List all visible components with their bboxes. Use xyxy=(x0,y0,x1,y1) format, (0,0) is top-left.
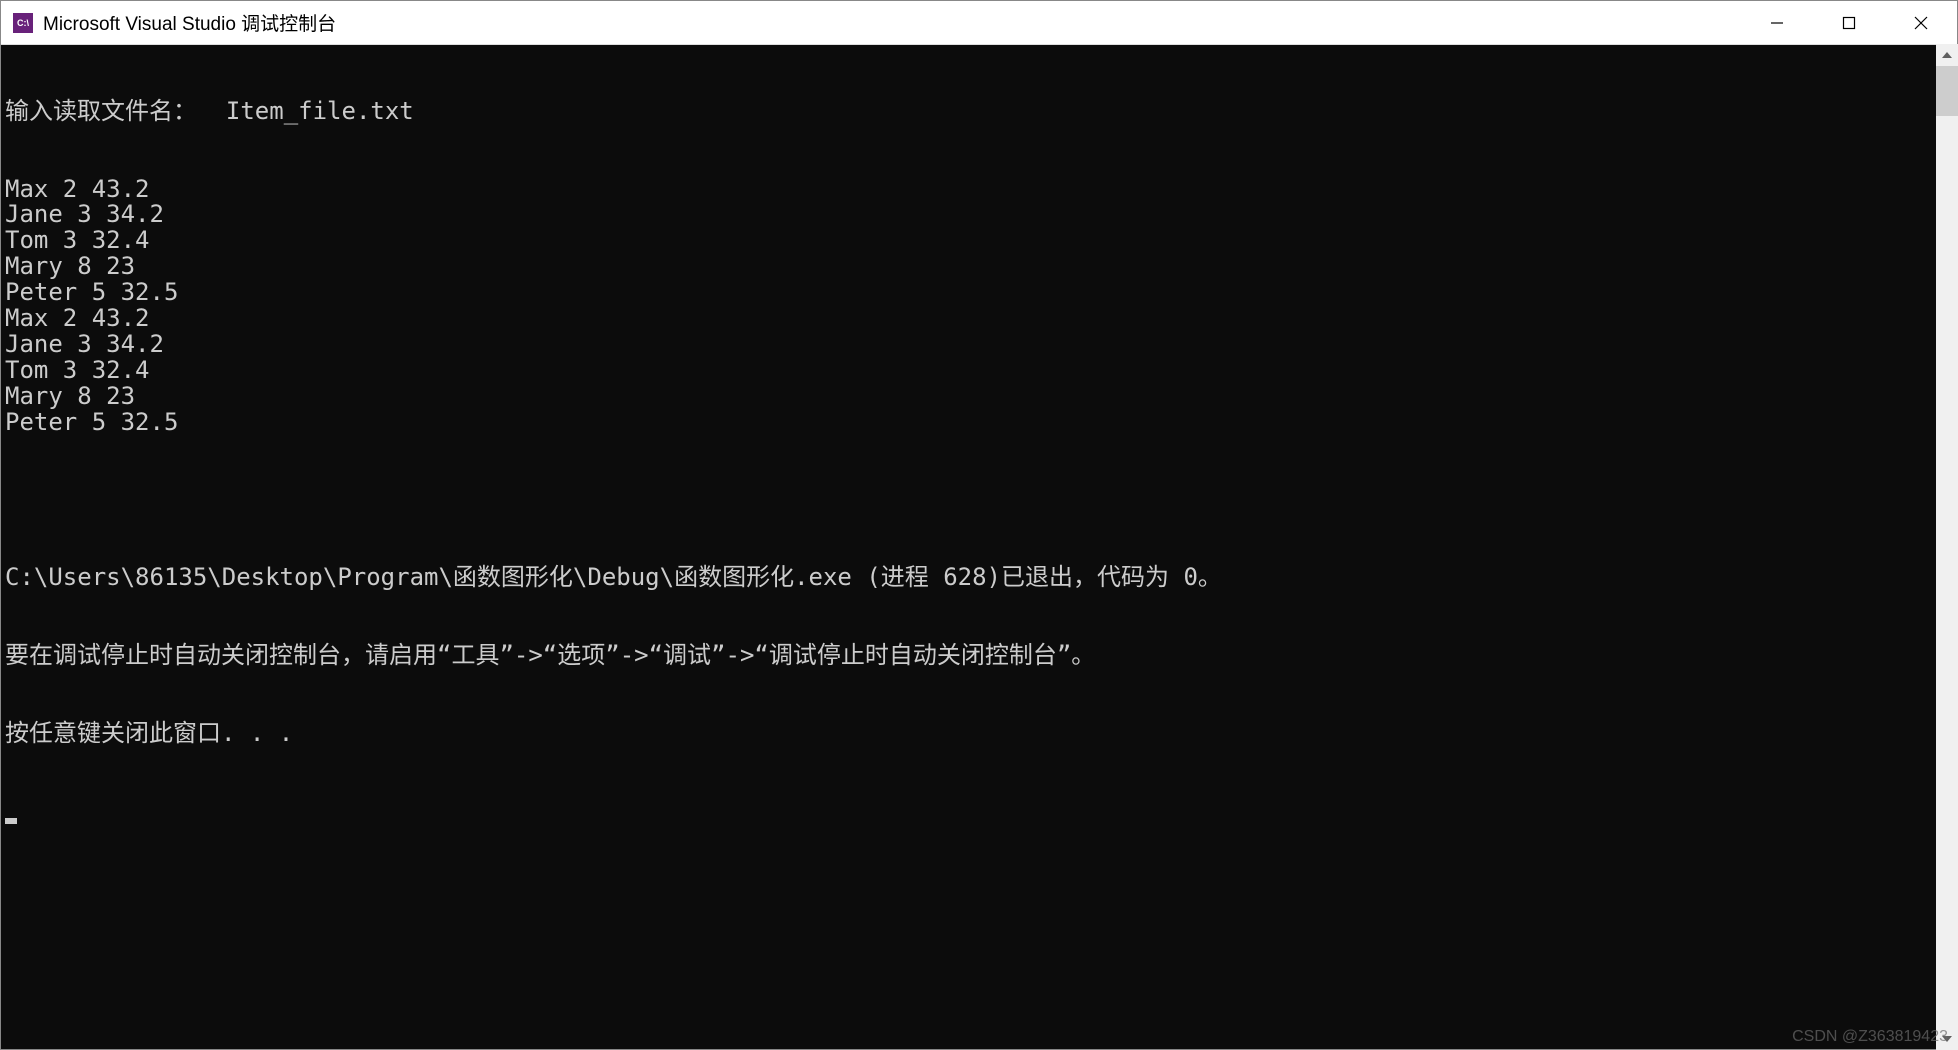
console-line: 要在调试停止时自动关闭控制台，请启用“工具”->“选项”->“调试”->“调试停… xyxy=(5,643,1953,669)
console-line: Tom 3 32.4 xyxy=(5,358,1953,384)
console-line: Max 2 43.2 xyxy=(5,306,1953,332)
maximize-button[interactable] xyxy=(1813,1,1885,44)
window-title: Microsoft Visual Studio 调试控制台 xyxy=(43,9,1741,36)
console-line xyxy=(5,487,1953,513)
scroll-up-button[interactable] xyxy=(1936,44,1958,66)
scrollbar-thumb[interactable] xyxy=(1936,66,1958,116)
console-line: Tom 3 32.4 xyxy=(5,228,1953,254)
maximize-icon xyxy=(1842,16,1856,30)
console-line: Peter 5 32.5 xyxy=(5,280,1953,306)
watermark-text: CSDN @Z363819423 xyxy=(1792,1028,1948,1046)
console-line: Mary 8 23 xyxy=(5,254,1953,280)
minimize-button[interactable] xyxy=(1741,1,1813,44)
console-line: Max 2 43.2 xyxy=(5,177,1953,203)
console-line: Mary 8 23 xyxy=(5,384,1953,410)
minimize-icon xyxy=(1770,16,1784,30)
console-line: Peter 5 32.5 xyxy=(5,410,1953,436)
console-line: Jane 3 34.2 xyxy=(5,332,1953,358)
console-window: C:\ Microsoft Visual Studio 调试控制台 输入读取文件… xyxy=(0,0,1958,1050)
cursor-icon xyxy=(5,818,17,824)
chevron-up-icon xyxy=(1942,52,1952,58)
console-output[interactable]: 输入读取文件名： Item_file.txt Max 2 43.2Jane 3 … xyxy=(1,45,1957,1049)
console-line: C:\Users\86135\Desktop\Program\函数图形化\Deb… xyxy=(5,565,1953,591)
vertical-scrollbar[interactable] xyxy=(1936,44,1958,1050)
console-line: Jane 3 34.2 xyxy=(5,202,1953,228)
close-button[interactable] xyxy=(1885,1,1957,44)
console-line: 按任意键关闭此窗口. . . xyxy=(5,721,1953,747)
window-controls xyxy=(1741,1,1957,44)
cursor-line xyxy=(5,798,1953,824)
close-icon xyxy=(1913,15,1929,31)
console-line: 输入读取文件名： Item_file.txt xyxy=(5,99,1953,125)
app-icon: C:\ xyxy=(13,13,33,33)
titlebar[interactable]: C:\ Microsoft Visual Studio 调试控制台 xyxy=(1,1,1957,45)
